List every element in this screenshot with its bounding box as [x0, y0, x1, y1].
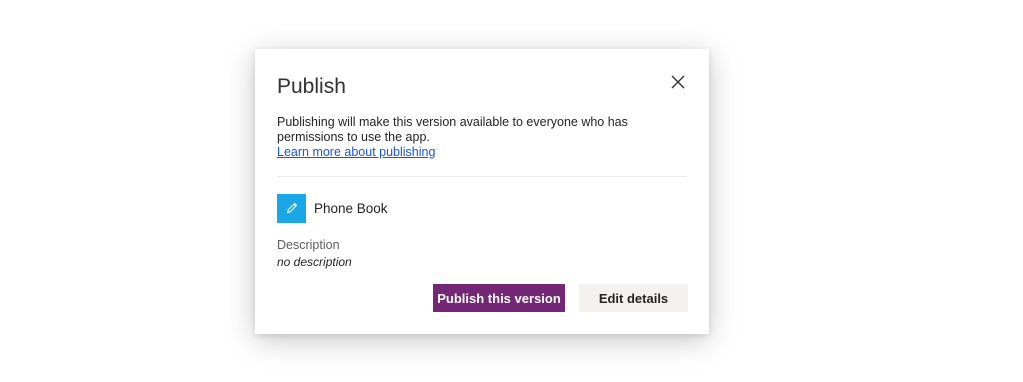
dialog-title: Publish [277, 75, 346, 98]
pencil-icon [277, 193, 306, 223]
description-value: no description [277, 255, 352, 269]
close-icon[interactable] [669, 73, 687, 91]
dialog-message: Publishing will make this version availa… [277, 115, 677, 160]
divider [277, 176, 687, 177]
app-row: Phone Book [277, 193, 388, 223]
publish-dialog: Publish Publishing will make this versio… [255, 49, 709, 334]
edit-details-button[interactable]: Edit details [579, 284, 688, 312]
message-text: Publishing will make this version availa… [277, 115, 628, 144]
app-name: Phone Book [314, 200, 388, 216]
publish-this-version-button[interactable]: Publish this version [433, 284, 565, 312]
description-label: Description [277, 238, 340, 252]
learn-more-link[interactable]: Learn more about publishing [277, 145, 435, 159]
